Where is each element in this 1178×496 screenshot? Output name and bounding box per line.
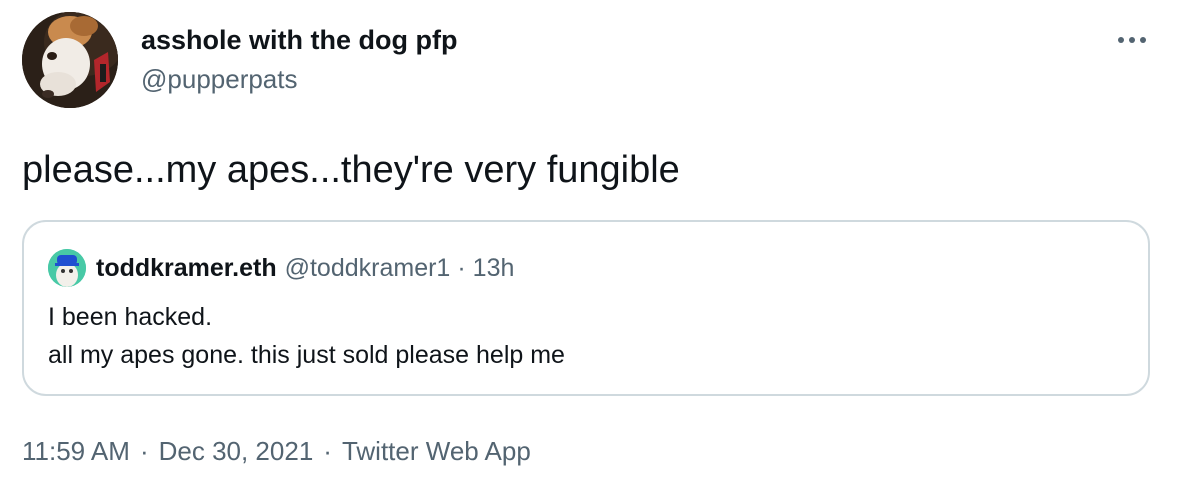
tweet-time[interactable]: 11:59 AM (22, 432, 130, 470)
quoted-tweet-card[interactable]: toddkramer.eth @toddkramer1 · 13h I been… (22, 220, 1150, 396)
tweet-metadata: 11:59 AM · Dec 30, 2021 · Twitter Web Ap… (22, 432, 531, 470)
author-avatar[interactable] (22, 12, 118, 108)
author-handle[interactable]: @pupperpats (141, 61, 298, 97)
separator-dot: · (139, 436, 149, 466)
dog-photo-icon (22, 12, 118, 108)
tweet-source[interactable]: Twitter Web App (342, 432, 531, 470)
quoted-tweet-line: I been hacked. (48, 303, 213, 331)
quoted-author-handle[interactable]: @toddkramer1 (285, 254, 451, 283)
quoted-tweet-header: toddkramer.eth @toddkramer1 · 13h (48, 248, 514, 288)
quoted-author-avatar[interactable] (48, 249, 86, 287)
quoted-tweet-time[interactable]: 13h (473, 254, 515, 283)
quoted-tweet-text: I been hacked. all my apes gone. this ju… (48, 298, 565, 374)
quoted-tweet-line: all my apes gone. this just sold please … (48, 341, 565, 369)
tweet-text: please...my apes...they're very fungible (22, 149, 680, 191)
tweet-date[interactable]: Dec 30, 2021 (159, 432, 314, 470)
separator-dot: · (323, 436, 332, 466)
quoted-author-display-name[interactable]: toddkramer.eth (96, 254, 277, 283)
more-horizontal-icon (1118, 37, 1146, 43)
ape-avatar-icon (48, 249, 86, 287)
separator-dot: · (457, 253, 466, 282)
author-display-name[interactable]: asshole with the dog pfp (141, 22, 458, 58)
more-button[interactable] (1112, 24, 1152, 56)
